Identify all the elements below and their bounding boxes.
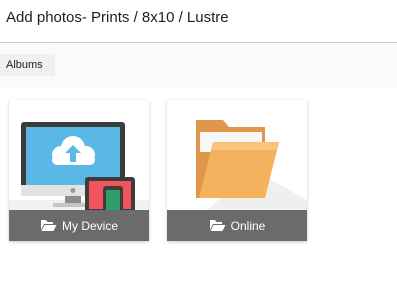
folder-illustration xyxy=(196,120,307,210)
my-device-label: My Device xyxy=(61,218,118,233)
online-label: Online xyxy=(230,218,266,233)
source-card-my-device[interactable]: My Device xyxy=(9,100,149,241)
tab-albums[interactable]: Albums xyxy=(0,54,55,76)
page-header: Add photos- Prints / 8x10 / Lustre xyxy=(0,0,397,43)
online-button[interactable]: Online xyxy=(167,210,307,241)
computer-device-illustration xyxy=(9,122,149,210)
page-title: Add photos- Prints / 8x10 / Lustre xyxy=(6,9,229,26)
tab-bar: Albums xyxy=(0,44,397,88)
folder-open-icon xyxy=(209,220,226,231)
my-device-button[interactable]: My Device xyxy=(9,210,149,241)
folder-open-icon xyxy=(40,220,57,231)
source-card-online[interactable]: Online xyxy=(167,100,307,241)
